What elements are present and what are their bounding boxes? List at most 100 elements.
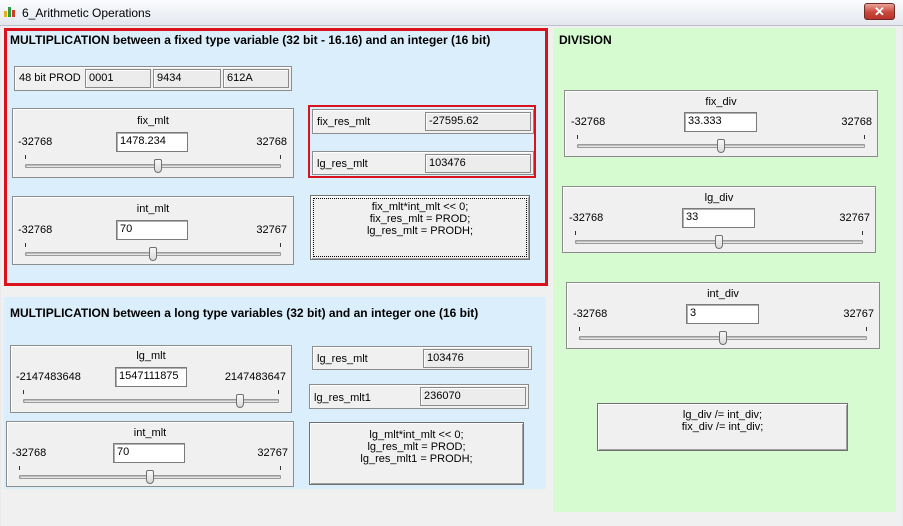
long-int-mlt-slider[interactable] [19, 466, 281, 486]
prod-label: 48 bit PROD [19, 72, 81, 84]
fix-mlt-group: fix_mlt -32768 1478.234 32768 [12, 108, 294, 178]
int-div-group: int_div -32768 3 32767 [566, 282, 880, 349]
int-div-slider[interactable] [579, 327, 867, 347]
fix-res-mlt-group: fix_res_mlt -27595.62 [312, 109, 534, 134]
lg-mlt-input[interactable]: 1547111875 [115, 367, 187, 387]
slider-tick-max [280, 466, 281, 470]
int-mlt-input[interactable]: 70 [116, 220, 188, 240]
lg-div-slider[interactable] [575, 231, 863, 251]
fix-div-max: 32768 [841, 116, 872, 128]
int-mlt-slider[interactable] [25, 243, 281, 263]
int-div-label: int_div [707, 288, 739, 300]
slider-tick-min [579, 327, 580, 331]
long-lg-res-mlt-label: lg_res_mlt [317, 353, 368, 365]
multiply-long-line-1: lg_mlt*int_mlt << 0; [369, 429, 464, 441]
prod-low-value: 612A [223, 69, 289, 88]
divide-line-1: lg_div /= int_div; [682, 409, 763, 421]
multiply-long-line-2: lg_res_mlt = PROD; [367, 441, 466, 453]
slider-thumb[interactable] [715, 235, 723, 249]
int-div-min: -32768 [573, 308, 608, 320]
slider-tick-max [866, 327, 867, 331]
slider-thumb[interactable] [719, 331, 727, 345]
title-bar[interactable]: 6_Arithmetic Operations ✕ [0, 0, 903, 26]
fix-res-mlt-label: fix_res_mlt [317, 116, 371, 128]
slider-thumb[interactable] [717, 139, 725, 153]
slider-tick-min [577, 135, 578, 139]
divide-line-2: fix_div /= int_div; [681, 421, 764, 433]
prod-high-value: 0001 [85, 69, 151, 88]
lg-mlt-min: -2147483648 [16, 371, 81, 383]
lg-div-max: 32767 [839, 212, 870, 224]
slider-tick-min [25, 243, 26, 247]
fix-mlt-label: fix_mlt [137, 115, 169, 127]
multiply-long-line-3: lg_res_mlt1 = PRODH; [360, 453, 473, 465]
lg-mlt-group: lg_mlt -2147483648 1547111875 2147483647 [10, 345, 292, 413]
fix-mlt-min: -32768 [18, 136, 53, 148]
lg-res-mlt1-value: 236070 [420, 387, 526, 406]
slider-track[interactable] [25, 164, 281, 168]
multiply-fixed-line-3: lg_res_mlt = PRODH; [366, 225, 474, 237]
slider-tick-max [280, 155, 281, 159]
long-int-mlt-max: 32767 [257, 447, 288, 459]
lg-res-mlt1-label: lg_res_mlt1 [314, 392, 371, 404]
long-int-mlt-min: -32768 [12, 447, 47, 459]
slider-tick-max [280, 243, 281, 247]
window-title: 6_Arithmetic Operations [22, 6, 151, 20]
slider-thumb[interactable] [149, 247, 157, 261]
lg-res-mlt-value: 103476 [425, 154, 531, 173]
lg-mlt-max: 2147483647 [224, 371, 286, 383]
lg-res-mlt-group: lg_res_mlt 103476 [312, 151, 534, 175]
lg-res-mlt1-group: lg_res_mlt1 236070 [309, 384, 529, 409]
lg-div-group: lg_div -32768 33 32767 [562, 186, 876, 253]
lg-mlt-slider[interactable] [23, 390, 279, 410]
fix-div-input[interactable]: 33.333 [684, 112, 757, 132]
division-heading: DIVISION [559, 33, 612, 47]
lg-mlt-label: lg_mlt [136, 350, 166, 362]
fix-div-label: fix_div [705, 96, 737, 108]
mult-fixed-heading: MULTIPLICATION between a fixed type vari… [10, 33, 491, 47]
fix-div-min: -32768 [571, 116, 606, 128]
int-mlt-max: 32767 [256, 224, 287, 236]
slider-tick-min [25, 155, 26, 159]
long-lg-res-mlt-value: 103476 [423, 349, 529, 368]
close-icon: ✕ [874, 4, 885, 19]
slider-thumb[interactable] [236, 394, 244, 408]
multiply-fixed-line-1: fix_mlt*int_mlt << 0; [371, 201, 469, 213]
int-mlt-label: int_mlt [136, 203, 170, 215]
fix-res-mlt-value: -27595.62 [425, 112, 531, 131]
int-div-max: 32767 [843, 308, 874, 320]
divide-button[interactable]: lg_div /= int_div; fix_div /= int_div; [597, 403, 848, 451]
fix-mlt-input[interactable]: 1478.234 [116, 132, 188, 152]
prod-mid-value: 9434 [153, 69, 221, 88]
fix-mlt-slider[interactable] [25, 155, 281, 175]
int-mlt-min: -32768 [18, 224, 53, 236]
long-lg-res-mlt-group: lg_res_mlt 103476 [312, 346, 532, 370]
slider-tick-min [19, 466, 20, 470]
lg-div-input[interactable]: 33 [682, 208, 755, 228]
slider-thumb[interactable] [146, 470, 154, 484]
multiply-long-button[interactable]: lg_mlt*int_mlt << 0; lg_res_mlt = PROD; … [309, 422, 524, 485]
int-mlt-group: int_mlt -32768 70 32767 [12, 196, 294, 265]
fix-div-slider[interactable] [577, 135, 865, 155]
multiply-fixed-button[interactable]: fix_mlt*int_mlt << 0; fix_res_mlt = PROD… [310, 195, 530, 260]
slider-tick-max [862, 231, 863, 235]
app-icon [4, 7, 18, 17]
lg-div-min: -32768 [569, 212, 604, 224]
long-int-mlt-label: int_mlt [133, 427, 167, 439]
slider-tick-max [864, 135, 865, 139]
close-button[interactable]: ✕ [864, 3, 895, 20]
slider-tick-min [23, 390, 24, 394]
slider-tick-min [575, 231, 576, 235]
fix-mlt-max: 32768 [256, 136, 287, 148]
lg-div-label: lg_div [704, 192, 734, 204]
mult-long-heading: MULTIPLICATION between a long type varia… [10, 306, 479, 320]
long-int-mlt-group: int_mlt -32768 70 32767 [6, 421, 294, 487]
long-int-mlt-input[interactable]: 70 [113, 443, 185, 463]
multiply-fixed-line-2: fix_res_mlt = PROD; [369, 213, 471, 225]
fix-div-group: fix_div -32768 33.333 32768 [564, 90, 878, 157]
lg-res-mlt-label: lg_res_mlt [317, 158, 368, 170]
slider-tick-max [278, 390, 279, 394]
slider-thumb[interactable] [154, 159, 162, 173]
int-div-input[interactable]: 3 [686, 304, 759, 324]
prod-group: 48 bit PROD 0001 9434 612A [14, 66, 292, 91]
